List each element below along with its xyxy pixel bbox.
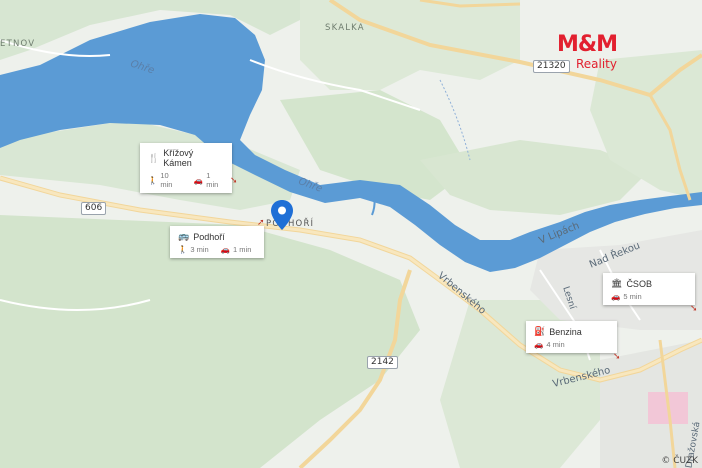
map[interactable]: Ohře Ohře SKALKA PODHOŘÍ ETNOV V Lipách … — [0, 0, 702, 468]
car-icon: 🚗 — [611, 292, 621, 301]
poi-name: Křížový Kámen — [163, 148, 194, 168]
poi-walk-time: 10 min — [160, 171, 173, 189]
road-shield-606: 606 — [81, 202, 107, 215]
poi-pointer-icon: ➘ — [230, 175, 238, 185]
poi-car-time: 1 min — [233, 245, 252, 254]
road-shield-2142: 2142 — [367, 356, 398, 369]
town-label-etnov: ETNOV — [0, 39, 36, 49]
bus-icon: 🚌 — [178, 231, 190, 241]
poi-pointer-icon: ➘ — [613, 351, 621, 361]
location-pin-icon[interactable] — [270, 199, 294, 231]
poi-card-krizovy-kamen[interactable]: 🍴 Křížový Kámen 🚶 10 min 🚗 1 min — [140, 143, 232, 193]
brand-logo-subtitle: Reality — [575, 57, 617, 71]
poi-pointer-icon: ➚ — [257, 217, 265, 227]
town-label-skalka: SKALKA — [325, 23, 365, 33]
walk-icon: 🚶 — [148, 175, 158, 185]
poi-pointer-icon: ➘ — [690, 303, 698, 313]
poi-walk-time: 3 min — [190, 245, 209, 254]
poi-name: Podhoří — [193, 231, 225, 242]
walk-icon: 🚶 — [178, 245, 188, 254]
car-icon: 🚗 — [220, 245, 231, 254]
poi-card-benzina[interactable]: ⛽ Benzina 🚗 4 min — [526, 321, 617, 353]
bank-icon: 🏛 — [611, 278, 623, 288]
brand-logo: M&M Reality — [557, 32, 618, 72]
poi-car-time: 1 min — [206, 171, 219, 189]
poi-card-csob[interactable]: 🏛 ČSOB 🚗 5 min — [603, 273, 695, 305]
car-icon: 🚗 — [193, 175, 204, 185]
car-icon: 🚗 — [534, 340, 544, 349]
brand-logo-text: M&M — [557, 32, 618, 57]
poi-name: ČSOB — [626, 278, 652, 289]
restaurant-icon: 🍴 — [148, 152, 160, 163]
poi-car-time: 4 min — [546, 340, 565, 349]
poi-car-time: 5 min — [623, 292, 642, 301]
copyright-text: © ČUZK — [661, 456, 698, 466]
fuel-icon: ⛽ — [534, 326, 546, 336]
poi-card-podhori[interactable]: 🚌 Podhoří 🚶 3 min 🚗 1 min — [170, 226, 264, 258]
poi-name: Benzina — [549, 326, 582, 337]
